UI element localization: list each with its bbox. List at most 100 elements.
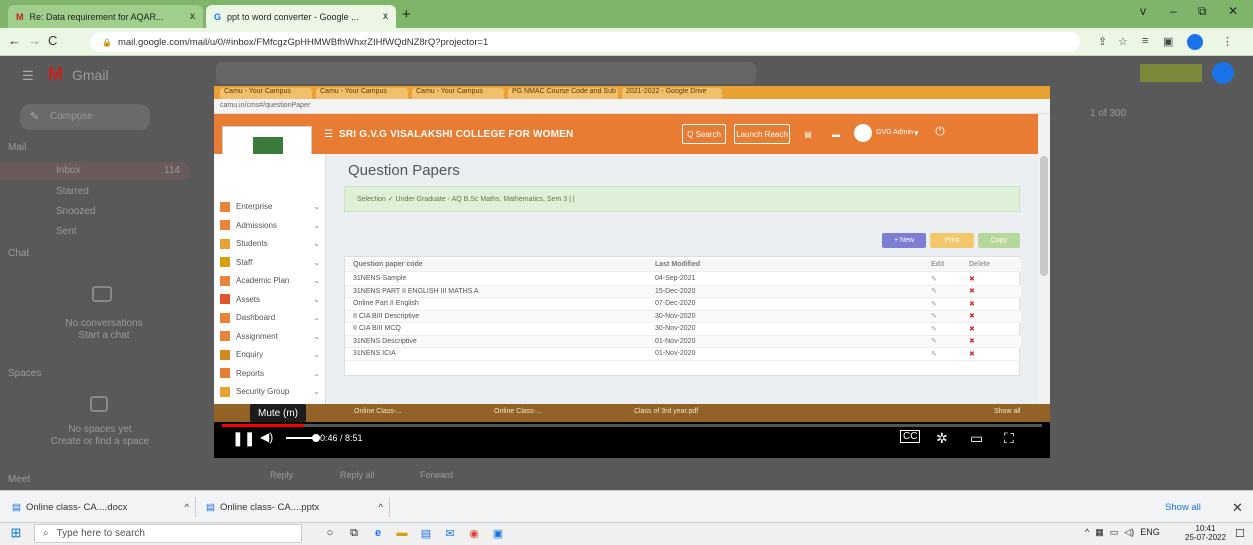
task-view-icon[interactable]: ⧉ (346, 525, 362, 541)
delete-icon[interactable]: ✖ (969, 350, 975, 358)
copy-button[interactable]: Copy (978, 233, 1020, 248)
edit-icon[interactable]: ✎ (931, 337, 937, 345)
tab-close-icon[interactable]: x (383, 11, 388, 22)
chrome-icon[interactable]: ◉ (466, 525, 482, 541)
inner-scroll-thumb[interactable] (1040, 156, 1048, 276)
profile-avatar[interactable] (1187, 34, 1203, 50)
nav-snoozed[interactable]: Snoozed (56, 206, 95, 217)
volume-icon[interactable]: ◀) (260, 430, 273, 444)
system-clock[interactable]: 10:41 25-07-2022 (1185, 524, 1226, 542)
user-avatar[interactable] (854, 124, 872, 142)
reading-list-icon[interactable]: ≡ (1142, 35, 1148, 47)
forward-button[interactable]: Forward (420, 470, 453, 480)
download-item-pptx[interactable]: ▤ Online class- CA....pptx ^ (200, 497, 390, 517)
cortana-icon[interactable]: ○ (322, 525, 338, 541)
miniplayer-icon[interactable]: ▭ (970, 430, 983, 447)
mail-icon[interactable]: ✉ (442, 525, 458, 541)
edit-icon[interactable]: ✎ (931, 325, 937, 333)
table-row[interactable]: 31NENS PART II ENGLISH III MATHS A 15-Dec… (345, 285, 1021, 298)
edit-icon[interactable]: ✎ (931, 350, 937, 358)
captions-icon[interactable]: CC (900, 430, 921, 443)
tab-close-icon[interactable]: x (190, 11, 195, 22)
gmail-search-input[interactable] (216, 62, 756, 84)
browser-tab-gmail[interactable]: M Re: Data requirement for AQAR... x (8, 5, 203, 28)
edit-icon[interactable]: ✎ (931, 275, 937, 283)
chevron-up-icon[interactable]: ^ (185, 502, 189, 513)
message-icon[interactable]: ▤ (798, 124, 818, 144)
speaker-icon[interactable]: ◁) (1124, 527, 1134, 538)
share-icon[interactable]: ⇪ (1098, 35, 1107, 48)
close-shelf-icon[interactable]: ✕ (1232, 500, 1243, 516)
paper-code[interactable]: II CIA BIII MCQ (353, 325, 401, 332)
notification-icon[interactable]: ▬ (824, 124, 848, 144)
delete-icon[interactable]: ✖ (969, 337, 975, 345)
print-button[interactable]: Print (930, 233, 974, 248)
chevron-up-icon[interactable]: ^ (379, 502, 383, 513)
edit-icon[interactable]: ✎ (931, 287, 937, 295)
paper-code[interactable]: Online Part II English (353, 300, 419, 307)
paper-code[interactable]: II CIA BIII Descriptive (353, 313, 419, 320)
volume-knob[interactable] (312, 434, 320, 442)
network-icon[interactable]: ▦ (1095, 527, 1104, 538)
settings-icon[interactable]: ✲ (936, 430, 948, 447)
paper-code[interactable]: 31NENS-Sample (353, 275, 406, 282)
delete-icon[interactable]: ✖ (969, 312, 975, 320)
notifications-icon[interactable]: ☐ (1232, 525, 1248, 541)
browser-tab-google[interactable]: G ppt to word converter - Google ... x (206, 5, 396, 28)
taskbar-search[interactable]: ⌕ Type here to search (34, 524, 302, 543)
launch-reach-button[interactable]: Launch Reach (734, 124, 790, 144)
chevron-up-icon[interactable]: ^ (1085, 527, 1089, 538)
reload-icon[interactable]: C (48, 33, 57, 48)
new-tab-button[interactable]: + (402, 6, 411, 23)
menu-toggle-icon[interactable]: ☰ (324, 129, 333, 140)
forward-icon[interactable]: → (28, 33, 41, 48)
paper-code[interactable]: 31NENS Descriptive (353, 338, 417, 345)
sidebar-item[interactable]: Security Group ⌄ (214, 381, 326, 402)
minimize-button[interactable]: – (1170, 4, 1177, 18)
header-search[interactable]: Q Search (682, 124, 726, 144)
nav-inbox[interactable]: Inbox 114 (0, 162, 190, 180)
paper-code[interactable]: 31NENS PART II ENGLISH III MATHS A (353, 288, 479, 295)
nav-sent[interactable]: Sent (56, 226, 77, 237)
file-explorer-icon[interactable]: ▬ (394, 525, 410, 541)
close-window-button[interactable]: ✕ (1228, 4, 1238, 18)
table-row[interactable]: II CIA BIII MCQ 30-Nov-2020 ✎ ✖ (345, 323, 1021, 336)
star-icon[interactable]: ☆ (1118, 35, 1128, 48)
edit-icon[interactable]: ✎ (931, 312, 937, 320)
compose-button[interactable]: ✎ Compose (20, 104, 150, 130)
url-input[interactable]: 🔒 mail.google.com/mail/u/0/#inbox/FMfcgz… (90, 32, 1080, 52)
store-icon[interactable]: ▤ (418, 525, 434, 541)
back-icon[interactable]: ← (8, 33, 21, 48)
delete-icon[interactable]: ✖ (969, 300, 975, 308)
user-dropdown-icon[interactable]: ▾ (914, 128, 919, 139)
nav-starred[interactable]: Starred (56, 186, 89, 197)
delete-icon[interactable]: ✖ (969, 287, 975, 295)
column-header[interactable]: Last Modified (655, 261, 700, 268)
edit-icon[interactable]: ✎ (931, 300, 937, 308)
fullscreen-icon[interactable]: ⛶ (1004, 430, 1014, 447)
table-row[interactable]: 31NENS Descriptive 01-Nov-2020 ✎ ✖ (345, 335, 1021, 348)
video-progress-bar[interactable] (222, 424, 1042, 427)
table-row[interactable]: Online Part II English 07-Dec-2020 ✎ ✖ (345, 298, 1021, 311)
reply-button[interactable]: Reply (270, 470, 293, 480)
account-avatar[interactable] (1212, 62, 1234, 84)
language-indicator[interactable]: ENG (1140, 527, 1160, 538)
edge-icon[interactable]: e (370, 525, 386, 541)
windows-start-icon[interactable]: ⊞ (8, 525, 24, 541)
power-icon[interactable]: ⏻ (930, 124, 950, 144)
maximize-button[interactable]: ⧉ (1198, 4, 1207, 19)
pause-icon[interactable]: ❚❚ (232, 430, 255, 447)
table-row[interactable]: II CIA BIII Descriptive 30-Nov-2020 ✎ ✖ (345, 310, 1021, 323)
menu-icon[interactable]: ⋮ (1222, 35, 1233, 48)
table-row[interactable]: 31NENS ICIA 01-Nov-2020 ✎ ✖ (345, 348, 1021, 361)
new-button[interactable]: + New (882, 233, 926, 248)
sidepanel-icon[interactable]: ▣ (1163, 35, 1173, 48)
photos-icon[interactable]: ▣ (490, 525, 506, 541)
delete-icon[interactable]: ✖ (969, 325, 975, 333)
tab-search-icon[interactable]: v (1140, 4, 1146, 18)
battery-icon[interactable]: ▭ (1110, 527, 1119, 538)
show-all-downloads[interactable]: Show all (1165, 502, 1201, 513)
video-player[interactable]: Camu - Your Campus Camu - Your Campus Ca… (214, 86, 1050, 458)
reply-all-button[interactable]: Reply all (340, 470, 375, 480)
table-row[interactable]: 31NENS-Sample 04-Sep-2021 ✎ ✖ (345, 273, 1021, 286)
